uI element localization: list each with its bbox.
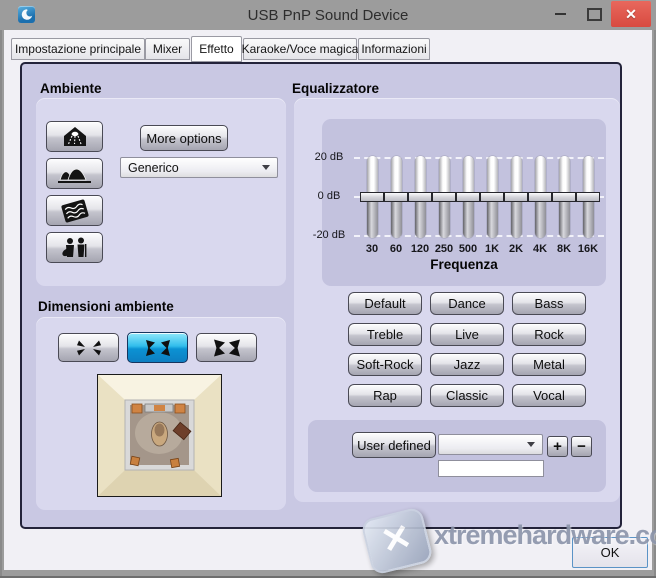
room-preview-image xyxy=(97,374,222,497)
room-size-heading: Dimensioni ambiente xyxy=(38,299,174,314)
minimize-button[interactable] xyxy=(546,1,574,27)
tab-mixer[interactable]: Mixer xyxy=(145,38,190,60)
eq-slider-handle-4K[interactable] xyxy=(528,192,552,202)
freq-label-16K: 16K xyxy=(572,243,604,255)
ok-button[interactable]: OK xyxy=(572,537,648,568)
preset-bass-button[interactable]: Bass xyxy=(512,292,586,315)
preset-vocal-button[interactable]: Vocal xyxy=(512,384,586,407)
wave-swirl-icon xyxy=(18,6,35,23)
eq-slider-handle-1K[interactable] xyxy=(480,192,504,202)
preset-metal-button[interactable]: Metal xyxy=(512,353,586,376)
preset-default-button[interactable]: Default xyxy=(348,292,422,315)
environment-stage-button[interactable] xyxy=(46,232,103,263)
stage-duet-icon xyxy=(53,236,97,260)
arrows-outward-large-icon xyxy=(209,339,245,357)
titlebar: USB PnP Sound Device ✕ xyxy=(0,0,656,30)
preset-live-button[interactable]: Live xyxy=(430,323,504,346)
user-preset-name-input[interactable] xyxy=(438,460,544,477)
preset-jazz-button[interactable]: Jazz xyxy=(430,353,504,376)
maximize-button[interactable] xyxy=(580,1,608,27)
room-size-small-button[interactable] xyxy=(58,333,119,362)
preset-dance-button[interactable]: Dance xyxy=(430,292,504,315)
room-size-medium-button[interactable] xyxy=(127,332,188,363)
db-label-plus20: 20 dB xyxy=(306,151,352,163)
app-icon xyxy=(18,6,35,23)
close-button[interactable]: ✕ xyxy=(611,1,651,27)
tab-impostazione-principale[interactable]: Impostazione principale xyxy=(11,38,145,60)
eq-slider-handle-8K[interactable] xyxy=(552,192,576,202)
preset-treble-button[interactable]: Treble xyxy=(348,323,422,346)
environment-select[interactable]: Generico xyxy=(120,157,278,178)
eq-slider-handle-16K[interactable] xyxy=(576,192,600,202)
eq-slider-handle-30[interactable] xyxy=(360,192,384,202)
user-defined-button[interactable]: User defined xyxy=(352,432,436,458)
more-options-button[interactable]: More options xyxy=(140,125,228,151)
environment-underwater-button[interactable] xyxy=(46,195,103,226)
environment-bathroom-button[interactable] xyxy=(46,121,103,152)
room-size-large-button[interactable] xyxy=(196,333,257,362)
tab-effetto[interactable]: Effetto xyxy=(191,36,242,62)
remove-preset-button[interactable]: − xyxy=(571,436,592,457)
user-preset-select[interactable] xyxy=(438,434,543,455)
db-label-minus20: -20 dB xyxy=(306,229,352,241)
eq-slider-handle-250[interactable] xyxy=(432,192,456,202)
underwater-icon xyxy=(53,199,97,223)
minimize-icon xyxy=(555,13,566,15)
preset-rock-button[interactable]: Rock xyxy=(512,323,586,346)
chevron-down-icon xyxy=(262,165,270,170)
environment-concert-hall-button[interactable] xyxy=(46,158,103,189)
environment-select-value: Generico xyxy=(128,161,179,175)
arrows-outward-medium-icon xyxy=(140,339,176,357)
add-preset-button[interactable]: + xyxy=(547,436,568,457)
db-label-zero: 0 dB xyxy=(306,190,352,202)
frequency-axis-label: Frequenza xyxy=(322,257,606,272)
equalizer-heading: Equalizzatore xyxy=(292,81,379,96)
tab-informazioni[interactable]: Informazioni xyxy=(358,38,430,60)
preset-soft-rock-button[interactable]: Soft-Rock xyxy=(348,353,422,376)
preset-rap-button[interactable]: Rap xyxy=(348,384,422,407)
close-icon: ✕ xyxy=(625,6,637,23)
arrows-inward-small-icon xyxy=(71,339,107,357)
chevron-down-icon xyxy=(527,442,535,447)
concert-hall-icon xyxy=(53,162,97,186)
preset-classic-button[interactable]: Classic xyxy=(430,384,504,407)
tab-karaoke-voce-magica[interactable]: Karaoke/Voce magica xyxy=(243,38,357,60)
eq-slider-handle-2K[interactable] xyxy=(504,192,528,202)
maximize-icon xyxy=(587,8,602,21)
bathroom-icon xyxy=(53,125,97,149)
sound-device-window: USB PnP Sound Device ✕ Impostazione prin… xyxy=(0,0,656,578)
eq-slider-handle-500[interactable] xyxy=(456,192,480,202)
eq-slider-handle-120[interactable] xyxy=(408,192,432,202)
ambiente-heading: Ambiente xyxy=(40,81,102,96)
eq-slider-handle-60[interactable] xyxy=(384,192,408,202)
